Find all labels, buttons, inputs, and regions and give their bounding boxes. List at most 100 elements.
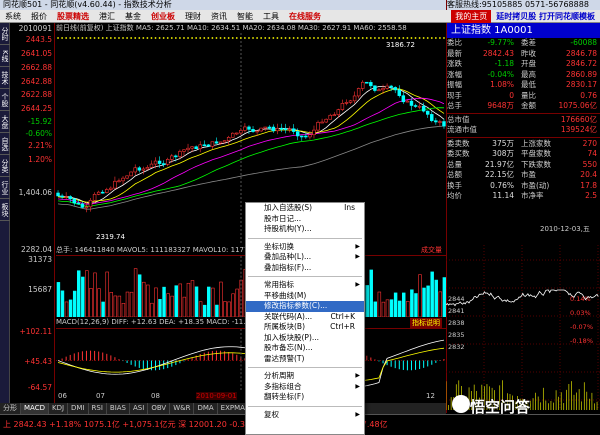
left-tab-1[interactable]: K线 <box>0 45 10 67</box>
volume-bar <box>235 288 239 317</box>
intraday-axis-label: 0.03% <box>570 309 591 317</box>
divider <box>447 112 600 114</box>
context-menu-item[interactable]: 加入板块股(P)... <box>246 333 364 344</box>
left-tab-5[interactable]: 自选 <box>0 133 10 155</box>
home-button[interactable]: 我的主页 <box>451 9 492 23</box>
menu-item-3[interactable]: 港汇 <box>94 11 120 22</box>
context-menu-item[interactable]: 叠加品种(L)... ▶ <box>246 252 364 263</box>
menu-item-1[interactable]: 报价 <box>26 11 52 22</box>
quote-row: 委买数 308万 平盘家数 74 <box>447 149 600 160</box>
context-menu-item[interactable]: 股市备忘(N)... <box>246 343 364 354</box>
context-menu-item[interactable]: 翻转坐标(F) <box>246 392 364 403</box>
context-menu-item[interactable]: 雷达预警(T) <box>246 354 364 365</box>
indicator-tab[interactable]: MACD <box>21 403 49 414</box>
date-tick: 07 <box>96 392 105 400</box>
volume-bar <box>146 284 150 317</box>
quote-key: 总量 <box>447 159 462 169</box>
indicator-tab[interactable]: RSI <box>89 403 107 414</box>
left-tab-0[interactable]: 分时 <box>0 23 10 45</box>
context-menu-item[interactable]: 复权 ▶ <box>246 410 364 421</box>
price-scale-label: 2641.05 <box>20 49 52 58</box>
context-menu-item[interactable]: 持股机构(Y)... <box>246 224 364 235</box>
volume-bar <box>109 292 113 317</box>
menu-item-5[interactable]: 创业板 <box>146 11 180 22</box>
indicator-help[interactable]: 指标说明 <box>410 318 442 328</box>
context-menu-item[interactable]: 修改指标参数(C)... <box>246 301 364 312</box>
indicator-tab[interactable]: DMI <box>68 403 89 414</box>
candle-body <box>275 127 280 132</box>
context-menu-item[interactable]: 多指标组合 ▶ <box>246 382 364 393</box>
quote-value: 550 <box>582 159 597 169</box>
context-menu-item[interactable]: 加入自选股(S) Ins <box>246 203 364 214</box>
context-menu: 加入自选股(S) Ins 股市日记... 持股机构(Y)... 坐标切换 ▶ 叠加品种(L)… <box>245 202 365 435</box>
candle-body <box>84 206 89 209</box>
indicator-tab[interactable]: W&R <box>170 403 195 414</box>
context-menu-item[interactable]: 关联代码(A)... Ctrl+K <box>246 312 364 323</box>
menu-separator <box>248 367 362 368</box>
context-menu-item[interactable]: 坐标切换 ▶ <box>246 242 364 253</box>
menu-item-4[interactable]: 基金 <box>120 11 146 22</box>
menu-item-8[interactable]: 智能 <box>232 11 258 22</box>
context-menu-item[interactable]: 常用指标 ▶ <box>246 280 364 291</box>
signal-dot <box>410 37 413 39</box>
quote-key: 市盈(动) <box>521 180 550 190</box>
volume-bar <box>190 280 195 317</box>
signal-dot <box>179 37 181 39</box>
menu-item-10[interactable]: 在线服务 <box>284 11 326 22</box>
left-tab-6[interactable]: 分类 <box>0 155 10 177</box>
candle-body <box>141 168 146 171</box>
indicator-tab[interactable]: KDJ <box>49 403 69 414</box>
indicator-tab[interactable]: DMA <box>194 403 218 414</box>
promo-link[interactable]: 延时拷贝股 打开同花顺模板 <box>491 11 600 22</box>
volume-bar <box>438 291 443 317</box>
context-menu-item[interactable]: 分析周期 ▶ <box>246 371 364 382</box>
menu-item-2[interactable]: 股票精选 <box>52 11 94 22</box>
left-tab-3[interactable]: 个股 <box>0 89 10 111</box>
candle-body <box>239 130 243 134</box>
context-menu-item[interactable]: 股市日记... <box>246 214 364 225</box>
quote-value: 139524亿 <box>560 125 597 134</box>
quote-row: 委比 -9.77% 委差 -60088 <box>447 38 600 49</box>
volume-bar <box>129 291 134 317</box>
menu-item-0[interactable]: 系统 <box>0 11 26 22</box>
menu-item-9[interactable]: 工具 <box>258 11 284 22</box>
quote-value: 308万 <box>492 149 514 158</box>
signal-dot <box>158 37 161 39</box>
context-menu-item[interactable]: 所属板块(B) Ctrl+R <box>246 322 364 333</box>
quote-row: 振幅 1.08% 最低 2830.17 <box>447 80 600 91</box>
volume-bar <box>137 274 142 317</box>
quote-key: 总额 <box>447 170 462 179</box>
menu-bar: 系统 报价 股票精选 港汇 基金 创业板 理财 资讯 智能 工具 在线服务 我的主页 延时拷贝股 打开… <box>0 9 600 23</box>
signal-dot <box>239 37 242 39</box>
left-tab-4[interactable]: 大盘 <box>0 111 10 133</box>
price-scale-label: 2443.5 <box>25 35 52 44</box>
indicator-tab[interactable]: 分形 <box>0 403 21 414</box>
signal-dot <box>276 37 279 39</box>
indicator-tab[interactable]: BIAS <box>107 403 131 414</box>
candle-body <box>64 196 68 198</box>
volume-tag[interactable]: 成交量 <box>421 245 442 255</box>
quote-key: 委买数 <box>447 149 470 158</box>
context-menu-item[interactable]: 叠加指标(F)... <box>246 263 364 274</box>
indicator-tab[interactable]: ASI <box>130 403 149 414</box>
indicator-tab[interactable]: OBV <box>148 403 171 414</box>
signal-dot <box>77 37 80 39</box>
candle-body <box>202 144 207 147</box>
quote-key: 振幅 <box>447 80 462 89</box>
volume-bar <box>227 301 231 317</box>
left-tab-8[interactable]: 板块 <box>0 199 10 221</box>
left-tab-7[interactable]: 行业 <box>0 177 10 199</box>
context-menu-item[interactable]: 平移曲线(M) <box>246 291 364 302</box>
signal-dot <box>317 37 319 39</box>
signal-dot <box>203 37 206 39</box>
left-tab-2[interactable]: 技术 <box>0 67 10 89</box>
signal-dot <box>235 37 238 39</box>
intraday-chart[interactable]: 284428412838283528320.14%0.03%-0.07%-0.1… <box>446 235 600 410</box>
signal-dot <box>114 37 116 39</box>
menu-item-6[interactable]: 理财 <box>180 11 206 22</box>
menu-item-7[interactable]: 资讯 <box>206 11 232 22</box>
candle-body <box>312 129 316 136</box>
signal-dot <box>61 37 63 39</box>
candle-body <box>401 95 406 103</box>
signal-dot <box>378 37 380 39</box>
